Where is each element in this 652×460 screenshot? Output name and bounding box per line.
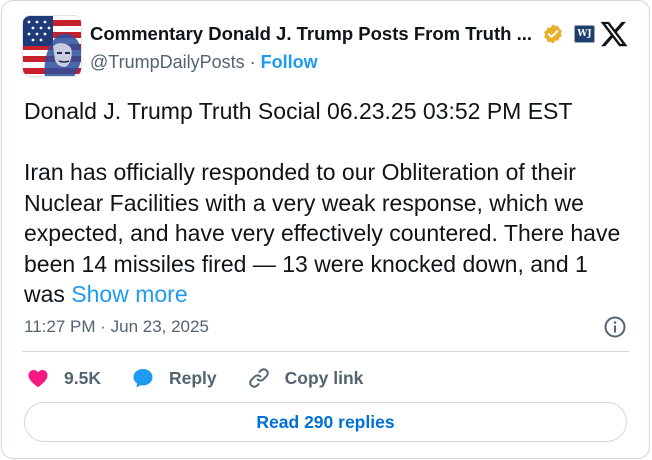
copy-link-button[interactable]: Copy link — [247, 366, 364, 390]
affiliate-badge-icon[interactable]: WJ — [574, 25, 596, 43]
author-display-name[interactable]: Commentary Donald J. Trump Posts From Tr… — [90, 23, 532, 45]
link-icon — [248, 368, 269, 388]
like-button[interactable]: 9.5K — [26, 366, 101, 390]
author-avatar[interactable] — [22, 15, 82, 77]
reply-button[interactable]: Reply — [131, 366, 217, 390]
author-handle-row: @TrumpDailyPosts · Follow — [90, 52, 318, 73]
like-count: 9.5K — [64, 367, 101, 388]
action-bar: 9.5K Reply Copy link — [26, 364, 393, 392]
tweet-text: Donald J. Trump Truth Social 06.23.25 03… — [24, 96, 624, 310]
handle-separator: · — [244, 52, 261, 72]
reply-icon — [133, 369, 153, 388]
divider — [22, 351, 629, 352]
tweet-text-line-source: Donald J. Trump Truth Social 06.23.25 03… — [24, 98, 573, 124]
author-name-row: Commentary Donald J. Trump Posts From Tr… — [90, 23, 596, 45]
show-more-link[interactable]: Show more — [71, 281, 187, 307]
reply-label: Reply — [168, 367, 217, 388]
author-handle[interactable]: @TrumpDailyPosts — [90, 52, 245, 72]
read-replies-button[interactable]: Read 290 replies — [24, 402, 627, 442]
tweet-timestamp[interactable]: 11:27 PM · Jun 23, 2025 — [24, 317, 209, 337]
copy-link-label: Copy link — [284, 367, 364, 388]
flag-portrait-icon — [23, 16, 81, 76]
heart-icon — [28, 370, 48, 388]
tweet-card: Commentary Donald J. Trump Posts From Tr… — [1, 0, 650, 459]
tweet-text-paragraph: Iran has officially responded to our Obl… — [24, 157, 624, 310]
verified-badge-icon — [544, 24, 562, 44]
info-icon[interactable] — [603, 315, 627, 339]
x-logo-icon[interactable] — [599, 19, 629, 49]
follow-button[interactable]: Follow — [261, 52, 318, 72]
